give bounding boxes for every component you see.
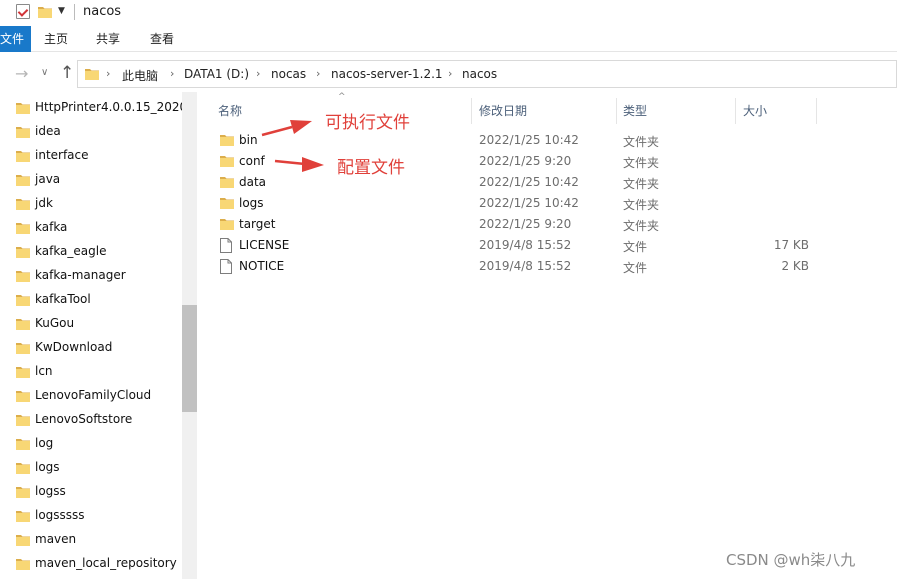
annotation-config-note: 配置文件 xyxy=(337,158,405,178)
annotation-layer xyxy=(261,120,324,172)
annotation-arrow-conf xyxy=(274,157,324,172)
annotation-executable-note: 可执行文件 xyxy=(325,113,410,133)
watermark: CSDN @wh柒八九 xyxy=(726,551,856,569)
annotation-arrow-bin xyxy=(261,120,312,137)
